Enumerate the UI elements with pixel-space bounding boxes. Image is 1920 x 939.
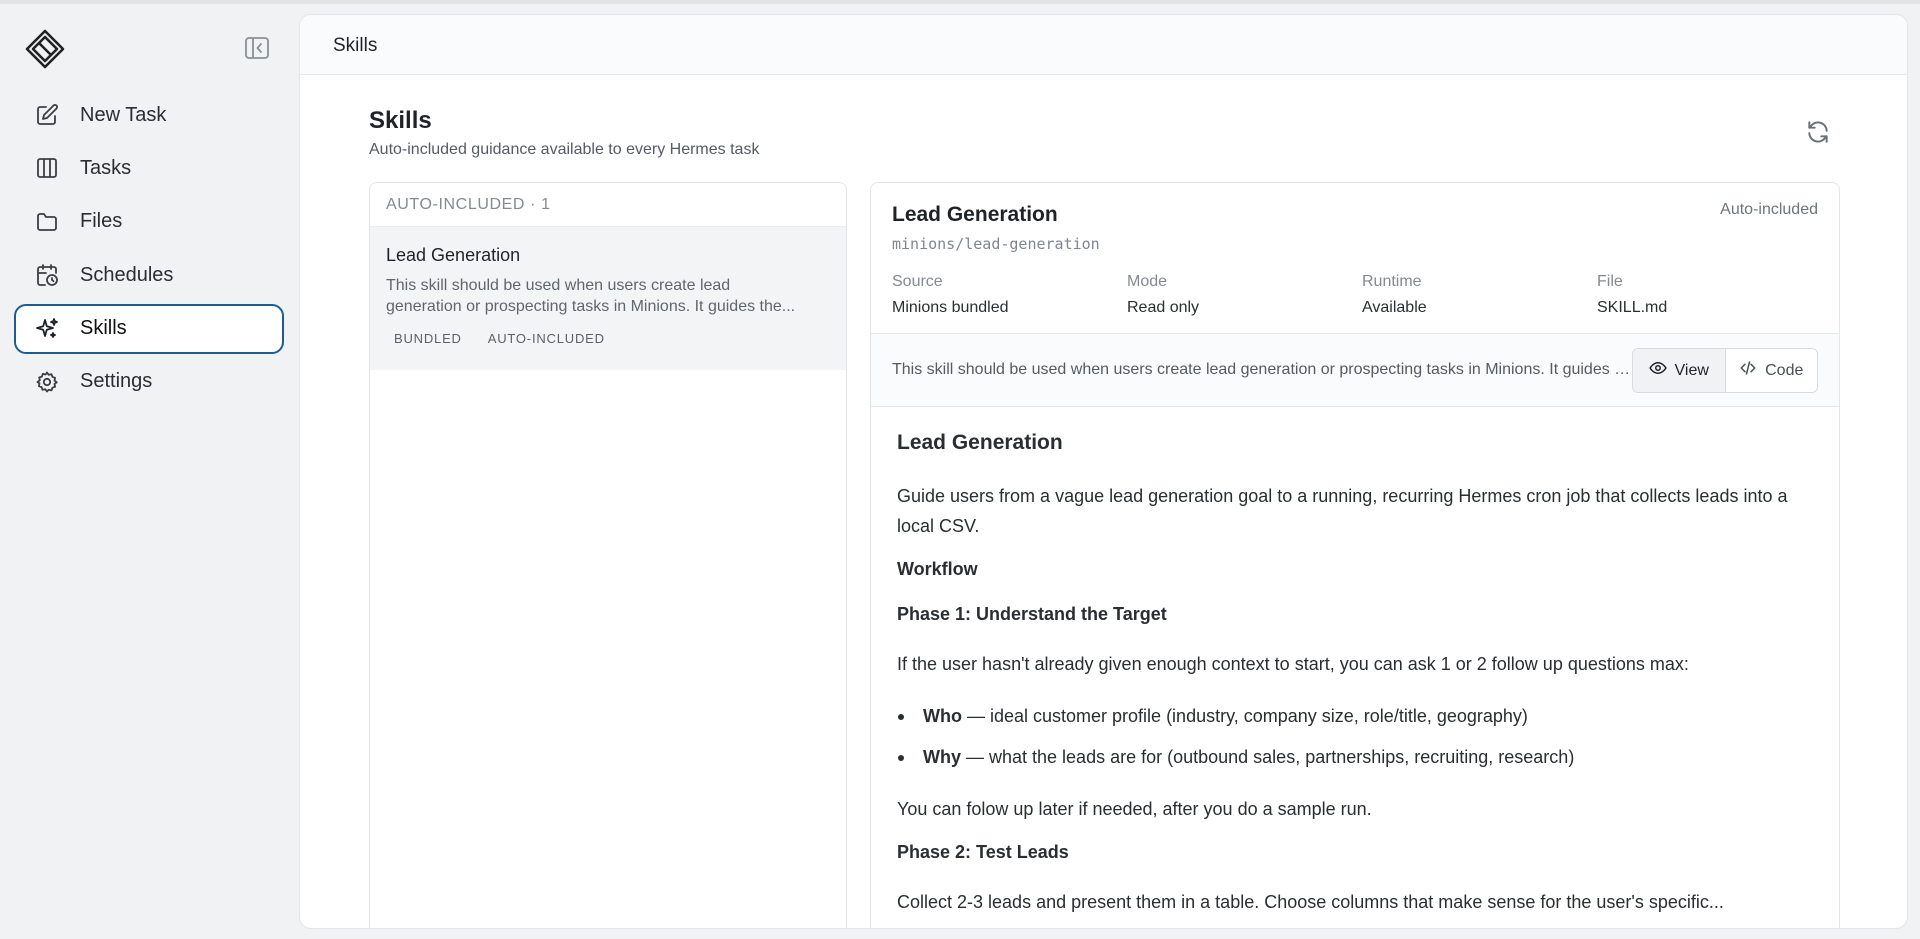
sidebar-item-label: Tasks [80, 156, 132, 179]
sidebar-item-schedules[interactable]: Schedules [14, 250, 284, 300]
status-badge: Auto-included [1720, 201, 1818, 218]
view-button[interactable]: View [1633, 349, 1726, 392]
skill-item-tags: BUNDLED AUTO-INCLUDED [386, 327, 830, 350]
meta-key: Source [892, 273, 943, 290]
meta-value: Minions bundled [892, 299, 1009, 316]
meta-value: Available [1362, 299, 1427, 316]
code-button-label: Code [1765, 361, 1804, 379]
sidebar-item-new-task[interactable]: New Task [14, 90, 284, 140]
sidebar-item-settings[interactable]: Settings [14, 357, 284, 407]
skill-item-description-line: This skill should be used when users cre… [386, 277, 731, 294]
sidebar-item-label: Settings [80, 370, 153, 393]
app-window: New Task Tasks Files Schedules Skills Se… [0, 0, 1920, 939]
folder-icon [34, 209, 60, 235]
tag-bundled: BUNDLED [394, 331, 462, 346]
bullet-bold: Why [923, 747, 961, 767]
sparkles-icon [34, 316, 60, 342]
meta-source: Source Minions bundled [892, 273, 1127, 317]
sidebar: New Task Tasks Files Schedules Skills Se… [0, 0, 298, 939]
bullet-text: — ideal customer profile (industry, comp… [961, 706, 1528, 726]
main-panel: Skills Skills Auto-included guidance ava… [299, 14, 1908, 929]
doc-bullet-list: Who — ideal customer profile (industry, … [897, 701, 1807, 772]
sidebar-item-skills[interactable]: Skills [14, 303, 284, 354]
doc-section-phase-2: Phase 2: Test Leads [897, 842, 1069, 862]
list-heading: AUTO-INCLUDED · 1 [370, 183, 846, 227]
skill-list: AUTO-INCLUDED · 1 Lead Generation This s… [369, 182, 847, 928]
sidebar-item-label: Skills [80, 317, 127, 340]
meta-runtime: Runtime Available [1362, 273, 1597, 317]
skill-document: Lead Generation Guide users from a vague… [897, 431, 1807, 928]
summary-text: This skill should be used when users cre… [892, 361, 1632, 378]
sidebar-item-label: Files [80, 210, 123, 233]
sidebar-item-label: New Task [80, 103, 167, 126]
sidebar-item-files[interactable]: Files [14, 197, 284, 247]
page-title: Skills [369, 107, 432, 134]
skill-item-title: Lead Generation [386, 245, 521, 265]
skill-detail: Lead Generation minions/lead-generation … [870, 182, 1840, 928]
list-item: Who — ideal customer profile (industry, … [897, 701, 1807, 731]
summary-bar: This skill should be used when users cre… [871, 334, 1839, 407]
detail-title: Lead Generation [892, 203, 1058, 226]
meta-value: Read only [1127, 299, 1200, 316]
tag-auto-included: AUTO-INCLUDED [487, 331, 605, 346]
gear-icon [34, 369, 60, 395]
code-icon [1739, 359, 1757, 382]
list-item: Why — what the leads are for (outbound s… [897, 742, 1807, 772]
view-button-label: View [1674, 361, 1709, 379]
refresh-icon[interactable] [1805, 119, 1831, 145]
doc-phase-1-text: If the user hasn't already given enough … [897, 654, 1689, 674]
bullet-bold: Who [923, 706, 962, 726]
doc-phase-2-text: Collect 2-3 leads and present them in a … [897, 892, 1724, 912]
header-title: Skills [333, 35, 378, 56]
detail-meta: Source Minions bundled Mode Read only Ru… [892, 273, 1832, 317]
skill-item-description: This skill should be used when users cre… [386, 275, 830, 317]
doc-section-workflow: Workflow [897, 559, 978, 579]
doc-section-phase-1: Phase 1: Understand the Target [897, 604, 1167, 624]
list-item[interactable]: Lead Generation This skill should be use… [370, 227, 846, 370]
sidebar-item-tasks[interactable]: Tasks [14, 143, 284, 193]
bullet-text: — what the leads are for (outbound sales… [961, 747, 1575, 767]
app-logo-icon[interactable] [24, 28, 66, 70]
meta-key: File [1597, 273, 1623, 290]
meta-key: Mode [1127, 273, 1168, 290]
main-header: Skills [300, 15, 1907, 75]
page-subtitle: Auto-included guidance available to ever… [369, 141, 760, 158]
collapse-sidebar-icon[interactable] [244, 36, 270, 60]
meta-mode: Mode Read only [1127, 273, 1362, 317]
doc-intro: Guide users from a vague lead generation… [897, 486, 1788, 536]
columns-icon [34, 155, 60, 181]
meta-file: File SKILL.md [1597, 273, 1832, 317]
calendar-clock-icon [34, 262, 60, 288]
edit-icon [34, 102, 60, 128]
code-button[interactable]: Code [1726, 349, 1818, 392]
sidebar-nav: New Task Tasks Files Schedules Skills Se… [14, 90, 284, 410]
sidebar-item-label: Schedules [80, 263, 174, 286]
eye-icon [1648, 359, 1667, 382]
skill-item-description-line: generation or prospecting tasks in Minio… [386, 298, 796, 315]
doc-heading: Lead Generation [897, 431, 1063, 454]
doc-followup: You can folow up later if needed, after … [897, 799, 1372, 819]
meta-key: Runtime [1362, 273, 1422, 290]
meta-value: SKILL.md [1597, 299, 1668, 316]
view-code-toggle: View Code [1632, 348, 1818, 393]
detail-path: minions/lead-generation [892, 235, 1100, 253]
